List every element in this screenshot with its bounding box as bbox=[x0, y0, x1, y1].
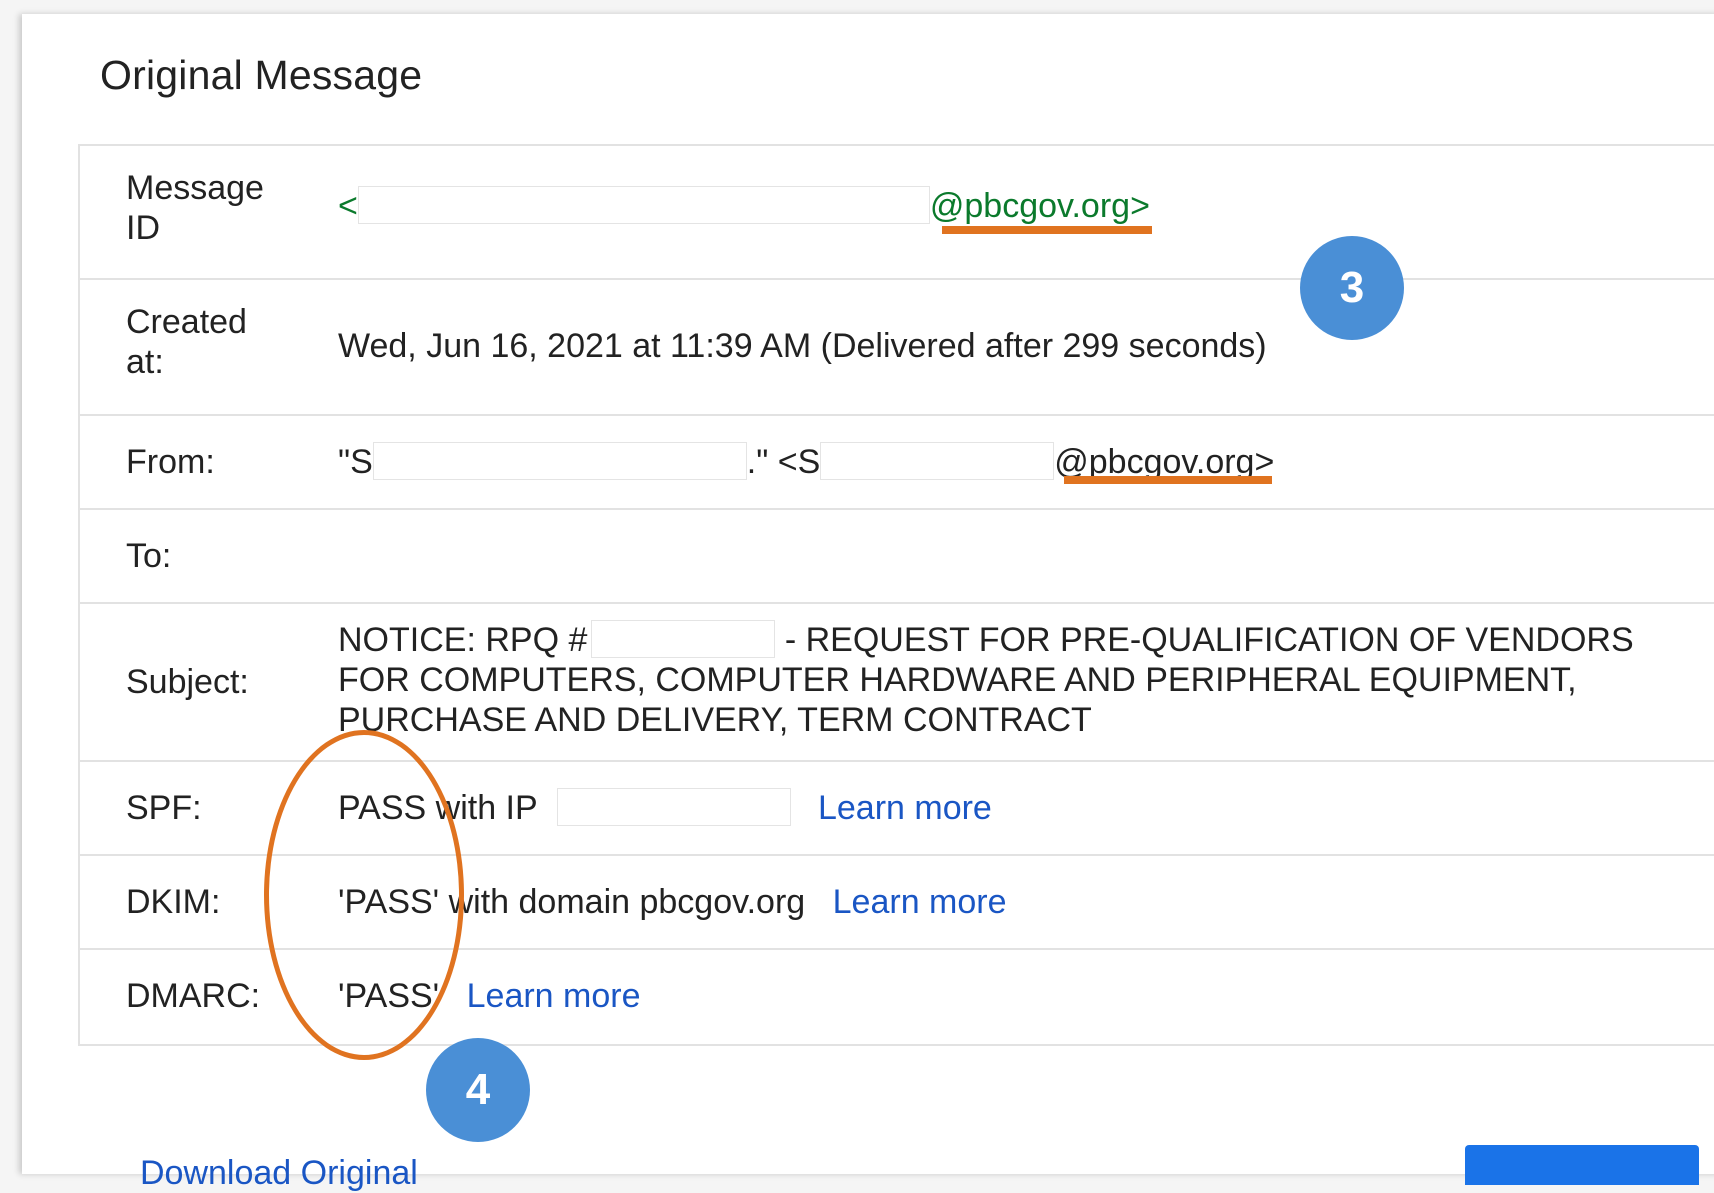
created-at-value: Wed, Jun 16, 2021 at 11:39 AM (Delivered… bbox=[338, 327, 1267, 365]
row-created-at: Created at: Wed, Jun 16, 2021 at 11:39 A… bbox=[80, 280, 1714, 416]
subject-line-1-suffix: - REQUEST FOR PRE-QUALIFICATION OF VENDO… bbox=[775, 621, 1634, 659]
page-title: Original Message bbox=[100, 52, 423, 98]
redacted-block bbox=[357, 186, 930, 225]
dkim-label: DKIM: bbox=[126, 883, 221, 921]
original-message-page: Original Message Message ID < @pbcgov.org… bbox=[22, 14, 1714, 1192]
subject-line-3: PURCHASE AND DELIVERY, TERM CONTRACT bbox=[338, 701, 1092, 739]
to-label: To: bbox=[126, 537, 172, 575]
row-subject: Subject: NOTICE: RPQ # - REQUEST FOR PRE… bbox=[80, 604, 1714, 762]
annotation-badge-4: 4 bbox=[426, 1038, 530, 1142]
redacted-block bbox=[372, 442, 747, 481]
download-original-link[interactable]: Download Original bbox=[140, 1154, 418, 1193]
subject-line-2: FOR COMPUTERS, COMPUTER HARDWARE AND PER… bbox=[338, 661, 1577, 699]
annotation-underline-from bbox=[1064, 476, 1272, 484]
annotation-badge-3: 3 bbox=[1300, 236, 1404, 340]
copy-to-clipboard-button[interactable] bbox=[1465, 1145, 1699, 1185]
subject-line-1-prefix: NOTICE: RPQ # bbox=[338, 621, 588, 659]
spf-learn-more-link[interactable]: Learn more bbox=[818, 789, 992, 827]
redacted-block bbox=[591, 620, 776, 659]
dmarc-learn-more-link[interactable]: Learn more bbox=[467, 977, 641, 1015]
created-at-label: Created at: bbox=[126, 303, 247, 381]
message-id-label: Message ID bbox=[126, 169, 264, 247]
message-id-prefix: < bbox=[338, 187, 358, 225]
message-id-domain: @pbcgov.org> bbox=[929, 187, 1150, 225]
spf-label: SPF: bbox=[126, 789, 202, 827]
row-from: From: "S ." <S @pbcgov.org> bbox=[80, 416, 1714, 510]
annotation-underline-message-id bbox=[942, 226, 1152, 234]
subject-label: Subject: bbox=[126, 663, 249, 701]
redacted-block bbox=[556, 788, 791, 827]
annotation-ellipse bbox=[264, 730, 464, 1060]
from-name-suffix: ." <S bbox=[746, 443, 821, 481]
dkim-learn-more-link[interactable]: Learn more bbox=[833, 883, 1007, 921]
dmarc-label: DMARC: bbox=[126, 977, 261, 1015]
subject-value: NOTICE: RPQ # - REQUEST FOR PRE-QUALIFIC… bbox=[338, 620, 1634, 740]
from-label: From: bbox=[126, 443, 215, 481]
subject-line-1: NOTICE: RPQ # - REQUEST FOR PRE-QUALIFIC… bbox=[338, 620, 1634, 660]
row-message-id: Message ID < @pbcgov.org> bbox=[80, 146, 1714, 280]
message-id-value[interactable]: < @pbcgov.org> bbox=[338, 186, 1150, 226]
row-to: To: bbox=[80, 510, 1714, 604]
from-name-prefix: "S bbox=[338, 443, 373, 481]
redacted-block bbox=[820, 442, 1055, 481]
